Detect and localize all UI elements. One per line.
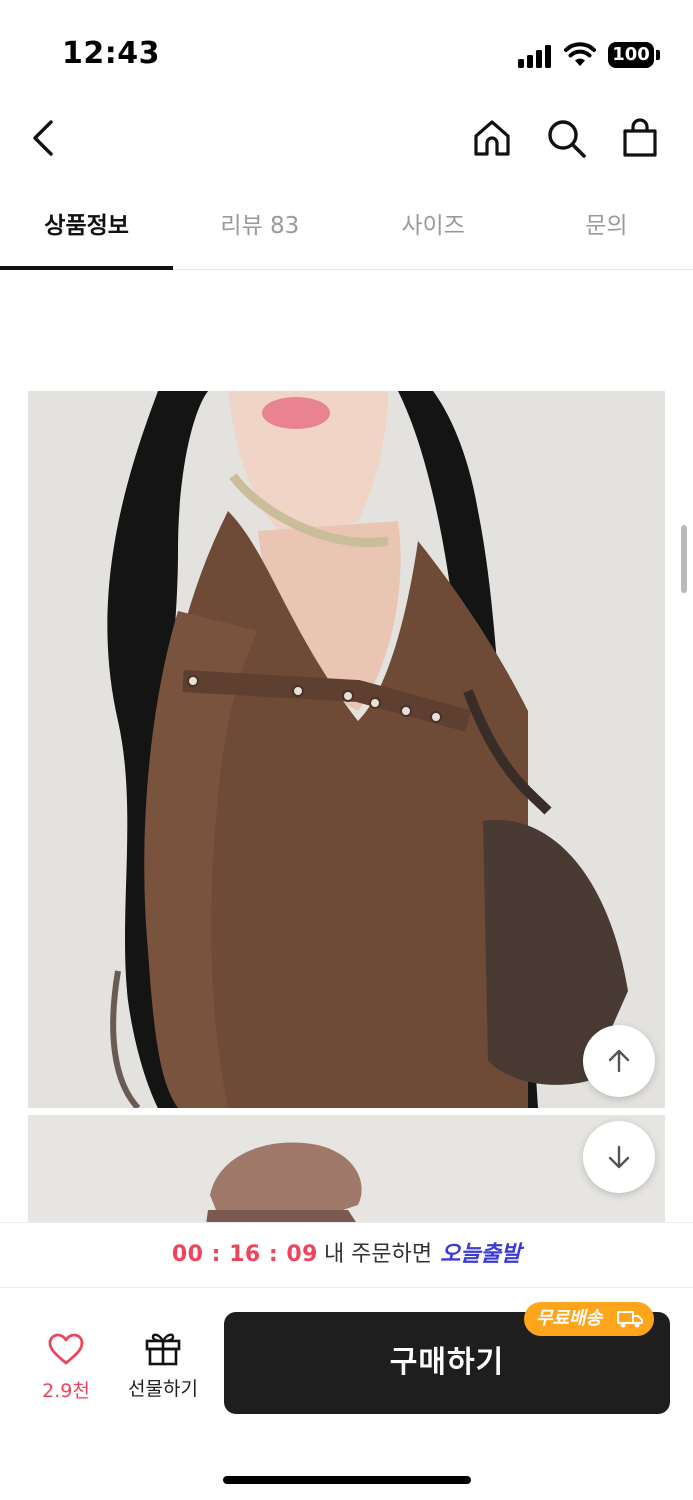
battery-tip: [656, 50, 660, 60]
free-shipping-label: 무료배송: [536, 1308, 603, 1329]
product-photo-hat: [28, 1115, 665, 1223]
heart-icon: [48, 1333, 84, 1365]
scroll-down-button[interactable]: [583, 1121, 655, 1193]
gift-button[interactable]: 선물하기: [118, 1330, 208, 1401]
gift-label: 선물하기: [128, 1378, 198, 1400]
tab-product-info[interactable]: 상품정보: [0, 190, 174, 270]
countdown-timer: 00 : 16 : 09: [171, 1242, 318, 1267]
timer-text: 내 주문하면: [323, 1242, 433, 1267]
tab-inquiry[interactable]: 문의: [520, 190, 693, 269]
cellular-signal-icon: [518, 44, 554, 68]
product-tabs: 상품정보 리뷰 83 사이즈 문의: [0, 190, 693, 270]
scrollbar[interactable]: [681, 525, 687, 593]
tab-size[interactable]: 사이즈: [347, 190, 520, 269]
status-bar: 12:43 100: [0, 0, 693, 100]
truck-icon: [617, 1311, 643, 1328]
home-icon[interactable]: [468, 114, 516, 162]
today-dispatch-label: 오늘출발: [440, 1242, 522, 1267]
search-icon[interactable]: [542, 114, 590, 162]
gift-icon: [145, 1333, 181, 1366]
battery-level: 100: [608, 42, 654, 68]
product-detail-content[interactable]: [0, 271, 693, 1223]
home-indicator[interactable]: [223, 1476, 471, 1484]
top-navigation: [0, 100, 693, 180]
wifi-icon: [564, 42, 596, 66]
scroll-up-button[interactable]: [583, 1025, 655, 1097]
back-arrow-icon[interactable]: [20, 114, 68, 162]
tab-reviews[interactable]: 리뷰 83: [173, 190, 346, 269]
shopping-bag-icon[interactable]: [616, 114, 664, 162]
like-button[interactable]: 2.9천: [28, 1332, 104, 1403]
arrow-down-icon: [608, 1145, 630, 1169]
free-shipping-badge: 무료배송: [524, 1302, 654, 1336]
product-photo-model: [28, 391, 665, 1108]
arrow-up-icon: [608, 1049, 630, 1073]
same-day-dispatch-banner: 00 : 16 : 09 내 주문하면 오늘출발: [0, 1222, 693, 1288]
purchase-bar: 2.9천 선물하기 구매하기 무료배송: [0, 1290, 693, 1500]
like-count: 2.9천: [42, 1380, 90, 1402]
status-time: 12:43: [62, 36, 160, 71]
